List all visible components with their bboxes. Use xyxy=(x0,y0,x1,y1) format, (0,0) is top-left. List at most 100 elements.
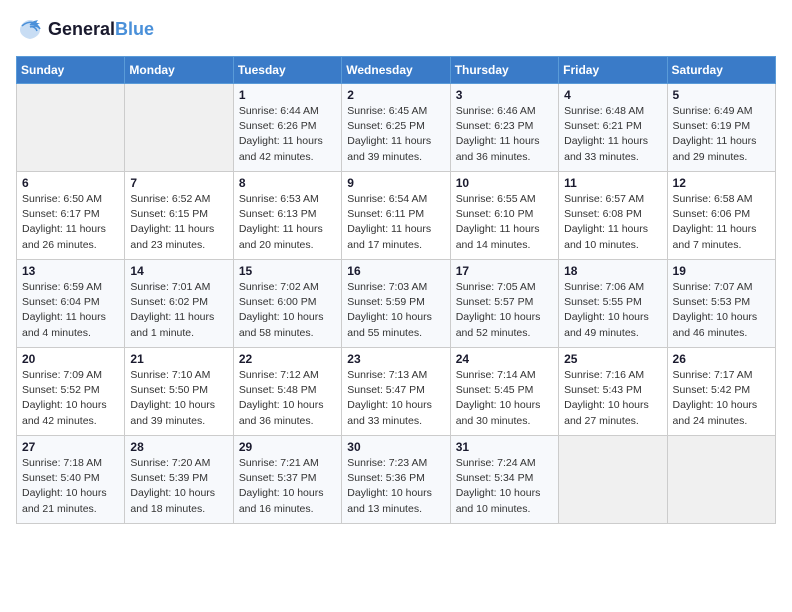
calendar-day-cell: 20 Sunrise: 7:09 AMSunset: 5:52 PMDayligh… xyxy=(17,348,125,436)
calendar-week-row: 6 Sunrise: 6:50 AMSunset: 6:17 PMDaylight… xyxy=(17,172,776,260)
day-number: 27 xyxy=(22,440,119,454)
calendar-day-cell: 6 Sunrise: 6:50 AMSunset: 6:17 PMDaylight… xyxy=(17,172,125,260)
calendar-day-cell: 13Sunrise: 6:59 AMSunset: 6:04 PMDayligh… xyxy=(17,260,125,348)
day-number: 22 xyxy=(239,352,336,366)
day-info: Sunrise: 6:50 AMSunset: 6:17 PMDaylight:… xyxy=(22,192,119,253)
day-number: 9 xyxy=(347,176,444,190)
page-header: GeneralBlue xyxy=(16,16,776,44)
day-info: Sunrise: 7:06 AMSunset: 5:55 PMDaylight:… xyxy=(564,280,661,341)
day-info: Sunrise: 7:17 AMSunset: 5:42 PMDaylight:… xyxy=(673,368,770,429)
calendar-day-cell: 7 Sunrise: 6:52 AMSunset: 6:15 PMDaylight… xyxy=(125,172,233,260)
calendar-table: SundayMondayTuesdayWednesdayThursdayFrid… xyxy=(16,56,776,524)
day-number: 8 xyxy=(239,176,336,190)
calendar-day-cell: 8 Sunrise: 6:53 AMSunset: 6:13 PMDaylight… xyxy=(233,172,341,260)
day-number: 10 xyxy=(456,176,553,190)
logo-icon xyxy=(16,16,44,44)
calendar-week-row: 13Sunrise: 6:59 AMSunset: 6:04 PMDayligh… xyxy=(17,260,776,348)
day-number: 23 xyxy=(347,352,444,366)
day-number: 21 xyxy=(130,352,227,366)
calendar-day-cell: 22 Sunrise: 7:12 AMSunset: 5:48 PMDayligh… xyxy=(233,348,341,436)
day-number: 26 xyxy=(673,352,770,366)
day-number: 19 xyxy=(673,264,770,278)
day-info: Sunrise: 6:55 AMSunset: 6:10 PMDaylight:… xyxy=(456,192,553,253)
calendar-day-cell: 15Sunrise: 7:02 AMSunset: 6:00 PMDayligh… xyxy=(233,260,341,348)
weekday-header-cell: Friday xyxy=(559,57,667,84)
calendar-day-cell: 28Sunrise: 7:20 AMSunset: 5:39 PMDayligh… xyxy=(125,436,233,524)
day-info: Sunrise: 7:23 AMSunset: 5:36 PMDaylight:… xyxy=(347,456,444,517)
calendar-day-cell: 25 Sunrise: 7:16 AMSunset: 5:43 PMDayligh… xyxy=(559,348,667,436)
calendar-week-row: 20 Sunrise: 7:09 AMSunset: 5:52 PMDayligh… xyxy=(17,348,776,436)
calendar-day-cell xyxy=(125,84,233,172)
weekday-header-cell: Wednesday xyxy=(342,57,450,84)
weekday-header-cell: Sunday xyxy=(17,57,125,84)
day-info: Sunrise: 7:21 AMSunset: 5:37 PMDaylight:… xyxy=(239,456,336,517)
calendar-day-cell xyxy=(667,436,775,524)
calendar-day-cell: 9Sunrise: 6:54 AMSunset: 6:11 PMDaylight… xyxy=(342,172,450,260)
calendar-week-row: 27 Sunrise: 7:18 AMSunset: 5:40 PMDayligh… xyxy=(17,436,776,524)
day-info: Sunrise: 7:10 AMSunset: 5:50 PMDaylight:… xyxy=(130,368,227,429)
calendar-day-cell: 17 Sunrise: 7:05 AMSunset: 5:57 PMDayligh… xyxy=(450,260,558,348)
day-info: Sunrise: 7:05 AMSunset: 5:57 PMDaylight:… xyxy=(456,280,553,341)
day-number: 3 xyxy=(456,88,553,102)
day-info: Sunrise: 6:57 AMSunset: 6:08 PMDaylight:… xyxy=(564,192,661,253)
calendar-day-cell: 5 Sunrise: 6:49 AMSunset: 6:19 PMDaylight… xyxy=(667,84,775,172)
calendar-day-cell: 16Sunrise: 7:03 AMSunset: 5:59 PMDayligh… xyxy=(342,260,450,348)
day-number: 24 xyxy=(456,352,553,366)
day-info: Sunrise: 7:07 AMSunset: 5:53 PMDaylight:… xyxy=(673,280,770,341)
day-info: Sunrise: 6:52 AMSunset: 6:15 PMDaylight:… xyxy=(130,192,227,253)
calendar-body: 1Sunrise: 6:44 AMSunset: 6:26 PMDaylight… xyxy=(17,84,776,524)
calendar-day-cell: 23 Sunrise: 7:13 AMSunset: 5:47 PMDayligh… xyxy=(342,348,450,436)
calendar-day-cell: 12Sunrise: 6:58 AMSunset: 6:06 PMDayligh… xyxy=(667,172,775,260)
day-info: Sunrise: 7:03 AMSunset: 5:59 PMDaylight:… xyxy=(347,280,444,341)
weekday-header-cell: Saturday xyxy=(667,57,775,84)
weekday-header-cell: Tuesday xyxy=(233,57,341,84)
day-info: Sunrise: 7:24 AMSunset: 5:34 PMDaylight:… xyxy=(456,456,553,517)
calendar-day-cell: 3Sunrise: 6:46 AMSunset: 6:23 PMDaylight… xyxy=(450,84,558,172)
day-number: 20 xyxy=(22,352,119,366)
day-info: Sunrise: 7:13 AMSunset: 5:47 PMDaylight:… xyxy=(347,368,444,429)
day-info: Sunrise: 6:53 AMSunset: 6:13 PMDaylight:… xyxy=(239,192,336,253)
day-number: 14 xyxy=(130,264,227,278)
day-info: Sunrise: 7:16 AMSunset: 5:43 PMDaylight:… xyxy=(564,368,661,429)
weekday-header-row: SundayMondayTuesdayWednesdayThursdayFrid… xyxy=(17,57,776,84)
day-number: 7 xyxy=(130,176,227,190)
day-number: 18 xyxy=(564,264,661,278)
day-info: Sunrise: 7:09 AMSunset: 5:52 PMDaylight:… xyxy=(22,368,119,429)
day-info: Sunrise: 7:18 AMSunset: 5:40 PMDaylight:… xyxy=(22,456,119,517)
weekday-header-cell: Monday xyxy=(125,57,233,84)
day-number: 4 xyxy=(564,88,661,102)
day-info: Sunrise: 7:14 AMSunset: 5:45 PMDaylight:… xyxy=(456,368,553,429)
day-info: Sunrise: 7:01 AMSunset: 6:02 PMDaylight:… xyxy=(130,280,227,341)
day-number: 2 xyxy=(347,88,444,102)
day-number: 6 xyxy=(22,176,119,190)
calendar-day-cell: 27 Sunrise: 7:18 AMSunset: 5:40 PMDayligh… xyxy=(17,436,125,524)
calendar-week-row: 1Sunrise: 6:44 AMSunset: 6:26 PMDaylight… xyxy=(17,84,776,172)
day-number: 29 xyxy=(239,440,336,454)
calendar-day-cell: 18 Sunrise: 7:06 AMSunset: 5:55 PMDayligh… xyxy=(559,260,667,348)
day-number: 31 xyxy=(456,440,553,454)
calendar-day-cell: 4 Sunrise: 6:48 AMSunset: 6:21 PMDaylight… xyxy=(559,84,667,172)
calendar-day-cell: 26 Sunrise: 7:17 AMSunset: 5:42 PMDayligh… xyxy=(667,348,775,436)
day-number: 25 xyxy=(564,352,661,366)
calendar-day-cell: 11Sunrise: 6:57 AMSunset: 6:08 PMDayligh… xyxy=(559,172,667,260)
day-info: Sunrise: 6:58 AMSunset: 6:06 PMDaylight:… xyxy=(673,192,770,253)
calendar-day-cell: 21 Sunrise: 7:10 AMSunset: 5:50 PMDayligh… xyxy=(125,348,233,436)
day-number: 5 xyxy=(673,88,770,102)
day-info: Sunrise: 7:12 AMSunset: 5:48 PMDaylight:… xyxy=(239,368,336,429)
calendar-day-cell: 14 Sunrise: 7:01 AMSunset: 6:02 PMDayligh… xyxy=(125,260,233,348)
day-number: 13 xyxy=(22,264,119,278)
day-number: 30 xyxy=(347,440,444,454)
calendar-day-cell: 30 Sunrise: 7:23 AMSunset: 5:36 PMDayligh… xyxy=(342,436,450,524)
day-info: Sunrise: 6:45 AMSunset: 6:25 PMDaylight:… xyxy=(347,104,444,165)
day-info: Sunrise: 6:49 AMSunset: 6:19 PMDaylight:… xyxy=(673,104,770,165)
day-number: 15 xyxy=(239,264,336,278)
day-info: Sunrise: 7:20 AMSunset: 5:39 PMDaylight:… xyxy=(130,456,227,517)
calendar-day-cell: 31 Sunrise: 7:24 AMSunset: 5:34 PMDayligh… xyxy=(450,436,558,524)
calendar-day-cell: 19 Sunrise: 7:07 AMSunset: 5:53 PMDayligh… xyxy=(667,260,775,348)
calendar-day-cell: 2 Sunrise: 6:45 AMSunset: 6:25 PMDaylight… xyxy=(342,84,450,172)
calendar-day-cell: 1Sunrise: 6:44 AMSunset: 6:26 PMDaylight… xyxy=(233,84,341,172)
weekday-header-cell: Thursday xyxy=(450,57,558,84)
day-info: Sunrise: 6:48 AMSunset: 6:21 PMDaylight:… xyxy=(564,104,661,165)
logo-text: GeneralBlue xyxy=(48,19,154,41)
day-number: 17 xyxy=(456,264,553,278)
